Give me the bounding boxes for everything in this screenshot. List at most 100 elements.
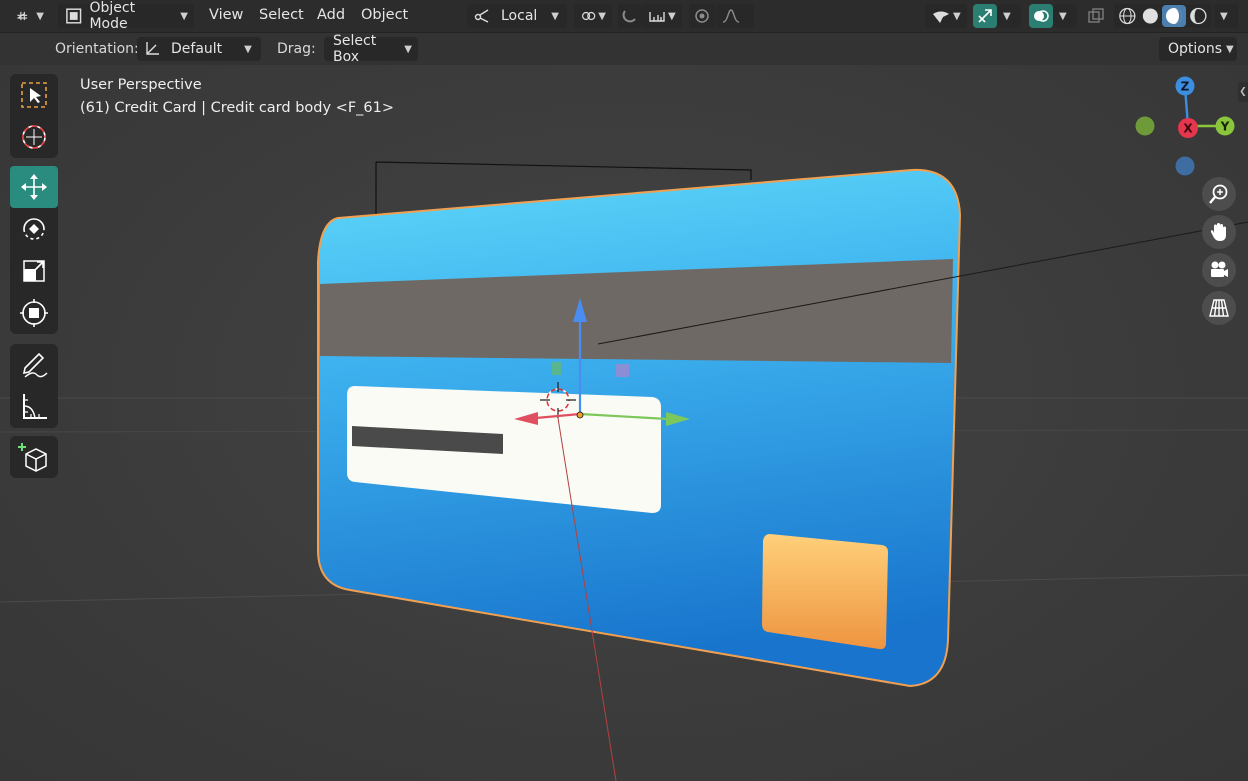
chevron-down-icon: ▼ [598, 10, 606, 22]
options-dropdown[interactable]: Options ▼ [1159, 37, 1237, 61]
menu-view[interactable]: View [209, 7, 243, 23]
shading-dropdown[interactable]: ▼ [1214, 4, 1238, 28]
options-label: Options [1168, 41, 1223, 57]
visibility-icon [933, 11, 949, 23]
add-cube-icon [18, 443, 47, 472]
falloff-dropdown[interactable] [716, 4, 754, 28]
proportional-editing-toggle[interactable] [689, 4, 715, 28]
move-tool[interactable] [10, 166, 58, 208]
pan-button[interactable] [1202, 215, 1236, 249]
zoom-button[interactable] [1202, 177, 1236, 211]
object-origin [576, 411, 584, 419]
orientation-icon [146, 42, 159, 55]
falloff-curve-icon [722, 9, 740, 23]
xray-toggle[interactable] [1084, 4, 1108, 28]
chevron-down-icon: ▼ [36, 10, 44, 22]
cursor-icon [22, 125, 46, 149]
measure-ruler-icon [23, 394, 47, 419]
x-axis-label: X [1183, 122, 1193, 136]
wireframe-shading-icon[interactable] [1117, 6, 1138, 26]
rotate-tool[interactable] [10, 208, 58, 250]
camera-icon [1211, 261, 1228, 277]
view-name: User Perspective [80, 77, 202, 93]
gizmo-dropdown[interactable]: ▼ [997, 4, 1021, 28]
shading-modes [1114, 4, 1212, 28]
pivot-point-dropdown[interactable]: ▼ [574, 4, 612, 28]
z-axis-label: Z [1181, 80, 1190, 94]
scale-tool[interactable] [10, 250, 58, 292]
material-preview-icon [1166, 8, 1183, 24]
editor-type-button[interactable]: ▼ [10, 4, 50, 28]
mode-dropdown[interactable]: Object Mode ▼ [58, 0, 194, 32]
3d-viewport[interactable]: User Perspective (61) Credit Card | Cred… [0, 65, 1248, 781]
chevron-down-icon: ▼ [244, 43, 252, 55]
scale-icon [23, 260, 45, 282]
select-box-tool[interactable] [10, 74, 58, 116]
menu-add[interactable]: Add [317, 7, 345, 23]
snap-increment-icon [649, 12, 665, 22]
sidebar-toggle[interactable]: ❮ [1238, 82, 1248, 102]
neg-y-axis-handle[interactable] [1135, 116, 1155, 136]
navigation-gizmo[interactable]: Z Y X [1128, 73, 1248, 183]
solid-shading-icon[interactable] [1140, 6, 1161, 26]
snap-target-dropdown[interactable]: ▼ [642, 4, 682, 28]
chevron-down-icon: ▼ [668, 10, 676, 22]
overlays-dropdown[interactable]: ▼ [1053, 4, 1077, 28]
chevron-down-icon: ▼ [1003, 10, 1011, 22]
tool-shelf-transform [10, 166, 58, 334]
show-overlays-toggle[interactable] [1029, 4, 1053, 28]
chevron-down-icon: ▼ [180, 10, 188, 22]
transform-orientation-dropdown[interactable]: Local ▼ [467, 4, 567, 28]
transform-space-label: Local [501, 8, 538, 24]
overlays-icon [1034, 10, 1049, 22]
zoom-icon [1209, 184, 1228, 204]
yz-plane-handle[interactable] [552, 362, 561, 375]
move-icon [21, 174, 47, 200]
transform-tool[interactable] [10, 292, 58, 334]
mode-label: Object Mode [89, 0, 136, 32]
orientation-value: Default [171, 41, 223, 57]
editor-type-icon [17, 11, 28, 21]
chevron-down-icon: ▼ [953, 10, 961, 22]
menu-object[interactable]: Object [361, 7, 408, 23]
object-info: (61) Credit Card | Credit card body <F_6… [80, 100, 395, 116]
drag-label: Drag: [277, 41, 316, 57]
tool-shelf-annotate [10, 344, 58, 428]
annotate-pencil-icon [22, 352, 48, 378]
cursor-tool[interactable] [10, 116, 58, 158]
snap-toggle[interactable] [618, 4, 642, 28]
rendered-shading-icon[interactable] [1188, 6, 1209, 26]
xray-icon [1088, 8, 1104, 23]
tool-shelf-select [10, 74, 58, 158]
card-chip [762, 534, 888, 650]
neg-z-axis-handle[interactable] [1175, 156, 1195, 176]
pivot-icon [581, 11, 596, 21]
drag-dropdown[interactable]: Select Box ▼ [324, 33, 418, 65]
chevron-down-icon: ▼ [404, 43, 412, 55]
proportional-edit-icon [695, 9, 709, 23]
orientation-dropdown[interactable]: Default ▼ [137, 37, 261, 61]
xy-plane-handle[interactable] [616, 364, 629, 377]
header-bar: ▼ Object Mode ▼ View Select Add Object L… [0, 0, 1248, 33]
scene-canvas [0, 161, 1248, 781]
show-gizmo-toggle[interactable] [973, 4, 997, 28]
orientation-label: Orientation: [55, 41, 139, 57]
magnet-icon [622, 10, 636, 23]
perspective-toggle-button[interactable] [1202, 291, 1236, 325]
drag-value: Select Box [333, 33, 377, 65]
add-cube-tool[interactable] [10, 436, 58, 478]
transform-space-icon [474, 9, 489, 23]
chevron-down-icon: ▼ [1059, 10, 1067, 22]
object-mode-icon [66, 8, 82, 24]
measure-tool[interactable] [10, 386, 58, 428]
annotate-tool[interactable] [10, 344, 58, 386]
hand-icon [1210, 223, 1226, 241]
chevron-down-icon: ▼ [1226, 43, 1234, 55]
gizmo-icon [978, 9, 992, 23]
visibility-dropdown[interactable]: ▼ [925, 4, 967, 28]
select-box-icon [21, 82, 47, 108]
menu-select[interactable]: Select [259, 7, 304, 23]
grid-perspective-icon [1209, 299, 1229, 317]
material-shading-button[interactable] [1162, 5, 1187, 27]
camera-view-button[interactable] [1202, 253, 1236, 287]
